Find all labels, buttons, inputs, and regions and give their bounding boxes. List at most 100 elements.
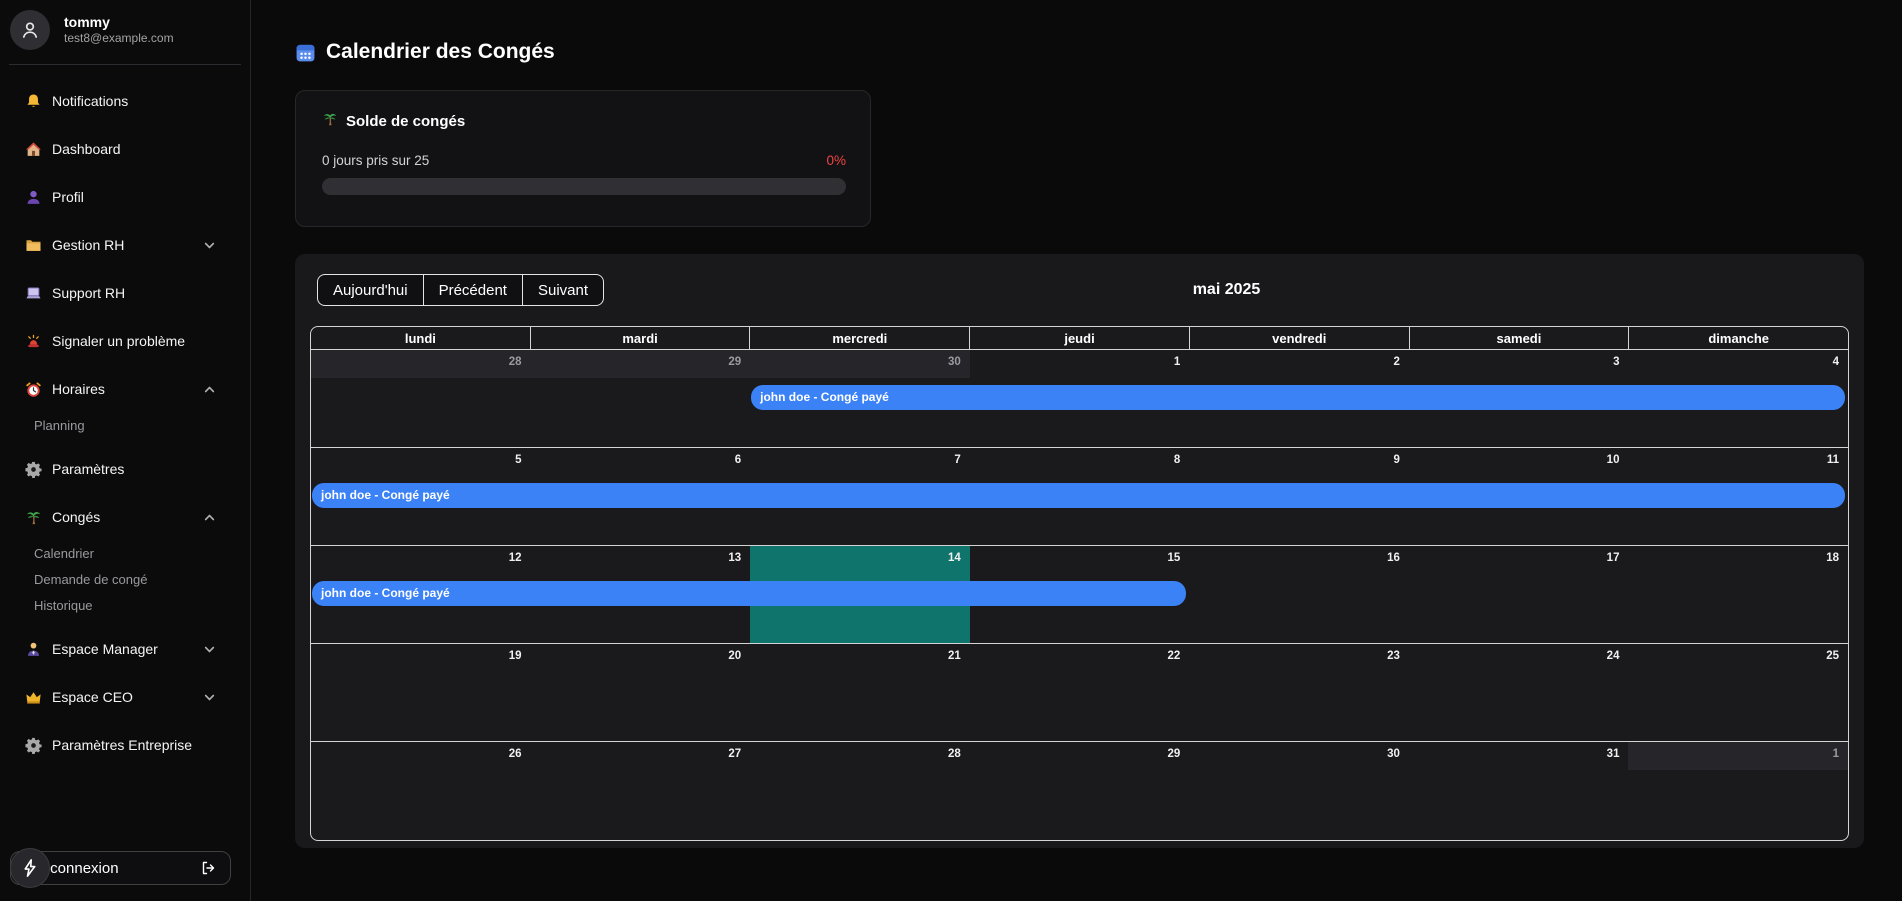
day-cell[interactable]: 29 (531, 350, 751, 447)
chevron-up-icon (203, 383, 216, 396)
sidebar-item-label: Dashboard (52, 141, 216, 157)
day-number: 27 (728, 748, 741, 760)
day-cell[interactable]: 29 (970, 742, 1190, 840)
sidebar-item-signaler-un-probleme[interactable]: Signaler un problème (0, 317, 250, 365)
sidebar-submenu: CalendrierDemande de congéHistorique (0, 541, 250, 619)
sidebar-item-conges[interactable]: Congés (0, 493, 250, 541)
day-number: 15 (1168, 552, 1181, 564)
sidebar-item-profil[interactable]: Profil (0, 173, 250, 221)
sidebar-nav: Notifications Dashboard Profil Gestion RH Su… (0, 77, 250, 769)
calendar-toolbar: Aujourd'hui Précédent Suivant mai 2025 (310, 274, 1849, 306)
next-button[interactable]: Suivant (522, 274, 604, 306)
day-cell[interactable]: 19 (311, 644, 531, 741)
day-cell[interactable]: 18 (1628, 546, 1848, 643)
day-number: 22 (1168, 650, 1181, 662)
sidebar-item-label: Paramètres Entreprise (52, 737, 216, 753)
sidebar-item-espace-ceo[interactable]: Espace CEO (0, 673, 250, 721)
house-icon (24, 140, 42, 158)
day-number: 7 (954, 454, 960, 466)
sidebar-item-label: Signaler un problème (52, 333, 216, 349)
user-email: test8@example.com (64, 31, 174, 47)
day-number: 16 (1387, 552, 1400, 564)
day-cell[interactable]: 21 (750, 644, 970, 741)
day-cell[interactable]: 27 (531, 742, 751, 840)
folder-icon (24, 236, 42, 254)
bell-icon (24, 92, 42, 110)
day-number: 4 (1833, 356, 1839, 368)
balance-percent: 0% (826, 153, 846, 168)
day-cell[interactable]: 28 (311, 350, 531, 447)
logout-label: Déconnexion (31, 860, 200, 877)
sidebar-item-support-rh[interactable]: Support RH (0, 269, 250, 317)
day-cell[interactable]: 31 (1409, 742, 1629, 840)
calendar-event[interactable]: john doe - Congé payé (751, 385, 1845, 410)
day-number: 14 (948, 552, 961, 564)
sidebar-item-notifications[interactable]: Notifications (0, 77, 250, 125)
day-cell[interactable]: 16 (1189, 546, 1409, 643)
sidebar-subitem-calendrier[interactable]: Calendrier (0, 541, 250, 567)
calendar-week-row: 19 20 21 22 23 24 25 (311, 644, 1848, 742)
day-cell[interactable]: 24 (1409, 644, 1629, 741)
day-cell[interactable]: 30 (1189, 742, 1409, 840)
day-number: 29 (728, 356, 741, 368)
day-cell[interactable]: 1 (1628, 742, 1848, 840)
page-title-text: Calendrier des Congés (326, 40, 555, 64)
sidebar-item-label: Profil (52, 189, 216, 205)
day-cell[interactable]: 26 (311, 742, 531, 840)
sidebar-item-label: Espace Manager (52, 641, 203, 657)
day-cell[interactable]: 22 (970, 644, 1190, 741)
calendar-weekday-header: lundimardimercredijeudivendredisamedidim… (311, 327, 1848, 350)
day-number: 18 (1826, 552, 1839, 564)
page-title: Calendrier des Congés (295, 40, 1864, 64)
sidebar-item-horaires[interactable]: Horaires (0, 365, 250, 413)
calendar-event[interactable]: john doe - Congé payé (312, 483, 1845, 508)
gear-icon (24, 736, 42, 754)
chevron-down-icon (203, 239, 216, 252)
day-number: 6 (735, 454, 741, 466)
day-cell[interactable]: 20 (531, 644, 751, 741)
day-number: 20 (728, 650, 741, 662)
day-number: 5 (515, 454, 521, 466)
day-cell[interactable]: 28 (750, 742, 970, 840)
calendar-week-row: 26 27 28 29 30 31 1 (311, 742, 1848, 840)
calendar-body: 2829301234john doe - Congé payé567891011… (311, 350, 1848, 840)
day-number: 13 (728, 552, 741, 564)
today-button[interactable]: Aujourd'hui (317, 274, 423, 306)
calendar-week-row: 2829301234john doe - Congé payé (311, 350, 1848, 448)
sidebar-item-gestion-rh[interactable]: Gestion RH (0, 221, 250, 269)
weekday-header-lundi: lundi (311, 327, 531, 349)
calendar-event[interactable]: john doe - Congé payé (312, 581, 1186, 606)
sidebar-item-label: Support RH (52, 285, 216, 301)
chevron-down-icon (203, 691, 216, 704)
lightning-fab-button[interactable] (10, 848, 50, 888)
other-month-band (1628, 742, 1848, 770)
sidebar-item-parametres[interactable]: Paramètres (0, 445, 250, 493)
palm-tree-icon (322, 111, 338, 131)
sidebar: tommy test8@example.com NotificationsDas… (0, 0, 251, 901)
sidebar-subitem-planning[interactable]: Planning (0, 413, 250, 439)
chevron-up-icon (203, 511, 216, 524)
day-number: 9 (1393, 454, 1399, 466)
sidebar-item-parametres-entreprise[interactable]: Paramètres Entreprise (0, 721, 250, 769)
sidebar-item-dashboard[interactable]: Dashboard (0, 125, 250, 173)
balance-progress-bar (322, 178, 846, 195)
day-number: 19 (509, 650, 522, 662)
day-number: 24 (1607, 650, 1620, 662)
day-number: 30 (1387, 748, 1400, 760)
main-content: Calendrier des Congés Solde de congés 0 … (251, 0, 1902, 901)
prev-button[interactable]: Précédent (423, 274, 522, 306)
person-icon (24, 188, 42, 206)
palm-icon (24, 508, 42, 526)
day-cell[interactable]: 23 (1189, 644, 1409, 741)
day-cell[interactable]: 25 (1628, 644, 1848, 741)
day-number: 1 (1833, 748, 1839, 760)
day-cell[interactable]: 17 (1409, 546, 1629, 643)
sidebar-subitem-historique[interactable]: Historique (0, 593, 250, 619)
weekday-header-dimanche: dimanche (1629, 327, 1848, 349)
day-number: 29 (1168, 748, 1181, 760)
sidebar-subitem-demande-de-conge[interactable]: Demande de congé (0, 567, 250, 593)
balance-usage-text: 0 jours pris sur 25 (322, 153, 429, 168)
day-number: 26 (509, 748, 522, 760)
other-month-band (311, 350, 531, 378)
sidebar-item-espace-manager[interactable]: Espace Manager (0, 625, 250, 673)
